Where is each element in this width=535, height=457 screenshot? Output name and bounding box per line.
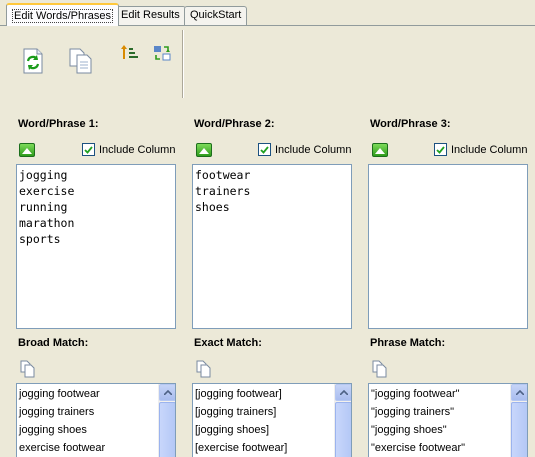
word-line: trainers [195,184,251,198]
checkbox[interactable] [434,143,447,156]
copy-icon [69,48,92,74]
check-icon [436,145,445,154]
move-up-button-1[interactable] [19,143,35,157]
broad-match-list[interactable]: jogging footwear jogging trainers joggin… [16,383,176,457]
list-item[interactable]: "exercise footwear" [371,439,509,457]
word-phrase-1-textbox[interactable]: jogging exercise running marathon sports [16,164,176,329]
broad-match-label: Broad Match: [18,337,89,349]
copy-broad-match-button[interactable] [20,360,36,378]
tab-edit-results[interactable]: Edit Results [115,6,186,25]
check-icon [260,145,269,154]
word-line: jogging [19,168,68,182]
word-phrase-2-textbox[interactable]: footwear trainers shoes [192,164,352,329]
refresh-icon [23,48,43,74]
word-phrase-3-label: Word/Phrase 3: [370,118,451,130]
word-phrase-1-label: Word/Phrase 1: [18,118,99,130]
scroll-up-button[interactable] [159,384,175,401]
copy-icon [196,360,211,378]
word-line: exercise [19,184,75,198]
scroll-thumb[interactable] [335,402,351,457]
word-line: sports [19,232,61,246]
tab-label: Edit Words/Phrases [12,9,114,23]
phrase-match-label: Phrase Match: [370,337,446,349]
tab-label: QuickStart [190,9,242,21]
list-item[interactable]: "jogging shoes" [371,421,509,439]
sort-button[interactable] [115,38,145,68]
word-phrase-2-label: Word/Phrase 2: [194,118,275,130]
include-column-1-checkbox[interactable]: Include Column [82,143,175,156]
list-item[interactable]: jogging trainers [19,403,157,421]
up-arrow-icon [22,147,32,154]
list-item[interactable]: jogging footwear [19,385,157,403]
toolbar-separator [182,30,184,98]
move-up-button-3[interactable] [372,143,388,157]
word-phrase-3-textbox[interactable] [368,164,528,329]
chevron-up-icon [163,390,172,395]
checkbox[interactable] [258,143,271,156]
up-arrow-icon [375,147,385,154]
scroll-thumb[interactable] [511,402,527,457]
scrollbar[interactable] [158,384,175,457]
list-item[interactable]: "jogging trainers" [371,403,509,421]
word-line: running [19,200,68,214]
tab-quickstart[interactable]: QuickStart [184,6,248,25]
list-item[interactable]: [exercise footwear] [195,439,333,457]
copy-phrase-match-button[interactable] [372,360,388,378]
tab-bar: Edit Words/Phrases Edit Results QuickSta… [0,0,535,26]
tab-label: Edit Results [121,9,180,21]
up-arrow-icon [199,147,209,154]
copy-exact-match-button[interactable] [196,360,212,378]
include-column-label: Include Column [275,143,352,156]
check-icon [84,145,93,154]
refresh-button[interactable] [18,46,48,76]
chevron-up-icon [515,390,524,395]
phrase-match-list[interactable]: "jogging footwear" "jogging trainers" "j… [368,383,528,457]
list-item[interactable]: [jogging trainers] [195,403,333,421]
word-line: footwear [195,168,251,182]
chevron-up-icon [339,390,348,395]
scroll-thumb[interactable] [159,402,175,457]
copy-button[interactable] [66,46,96,76]
copy-icon [20,360,35,378]
exact-match-label: Exact Match: [194,337,262,349]
toolbar [8,30,186,100]
word-line: marathon [19,216,75,230]
tab-edit-words-phrases[interactable]: Edit Words/Phrases [6,3,120,26]
list-item[interactable]: "jogging footwear" [371,385,509,403]
list-item[interactable]: [jogging shoes] [195,421,333,439]
swap-icon [154,46,171,61]
exact-match-list[interactable]: [jogging footwear] [jogging trainers] [j… [192,383,352,457]
scrollbar[interactable] [510,384,527,457]
sort-icon [121,45,138,59]
scroll-up-button[interactable] [511,384,527,401]
list-item[interactable]: [jogging footwear] [195,385,333,403]
include-column-3-checkbox[interactable]: Include Column [434,143,527,156]
swap-button[interactable] [147,38,177,68]
move-up-button-2[interactable] [196,143,212,157]
include-column-label: Include Column [451,143,528,156]
list-item[interactable]: exercise footwear [19,439,157,457]
copy-icon [372,360,387,378]
include-column-2-checkbox[interactable]: Include Column [258,143,351,156]
word-line: shoes [195,200,230,214]
list-item[interactable]: jogging shoes [19,421,157,439]
scrollbar[interactable] [334,384,351,457]
checkbox[interactable] [82,143,95,156]
include-column-label: Include Column [99,143,176,156]
scroll-up-button[interactable] [335,384,351,401]
